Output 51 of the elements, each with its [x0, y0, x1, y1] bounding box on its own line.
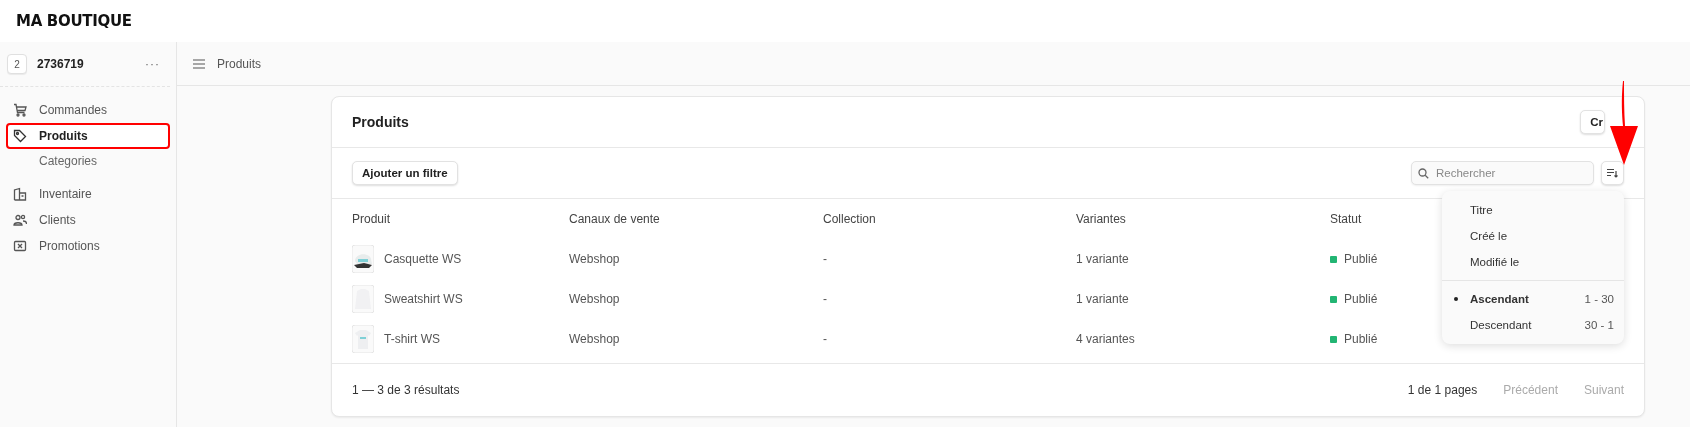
- menu-icon: [193, 58, 205, 69]
- table-cell: Webshop: [569, 252, 620, 266]
- table-cell: 4 variantes: [1076, 332, 1135, 346]
- sort-icon: [1607, 168, 1618, 178]
- sort-option[interactable]: Créé le: [1442, 223, 1624, 249]
- sort-option[interactable]: Ascendant 1 - 30: [1442, 286, 1624, 312]
- column-header[interactable]: Collection: [823, 199, 1076, 239]
- sort-option[interactable]: Modifié le: [1442, 249, 1624, 275]
- results-count: 1 — 3 de 3 résultats: [352, 383, 461, 397]
- sidebar-item[interactable]: Commandes: [6, 97, 170, 123]
- page-count: 1 de 1 pages: [1407, 383, 1478, 397]
- status-text: Publié: [1344, 332, 1378, 346]
- sort-option[interactable]: Titre: [1442, 197, 1624, 223]
- table-cell: Webshop: [569, 332, 620, 346]
- sidebar-item[interactable]: Promotions: [6, 233, 170, 259]
- search-icon: [1418, 168, 1429, 179]
- sort-option[interactable]: Descendant 30 - 1: [1442, 312, 1624, 338]
- users-icon: [13, 213, 27, 227]
- search-field[interactable]: Rechercher: [1411, 161, 1594, 185]
- table-cell: -: [823, 252, 827, 266]
- page-title: Produits: [217, 56, 262, 71]
- column-header[interactable]: Variantes: [1076, 199, 1330, 239]
- status-text: Publié: [1344, 292, 1378, 306]
- store-name: 2736719: [37, 57, 85, 71]
- product-name[interactable]: Casquette WS: [384, 252, 462, 266]
- cart-icon: [13, 103, 27, 117]
- card-title: Produits: [352, 114, 409, 130]
- building-icon: [13, 187, 27, 201]
- product-name[interactable]: T-shirt WS: [384, 332, 440, 346]
- status-text: Publié: [1344, 252, 1378, 266]
- table-cell: Webshop: [569, 292, 620, 306]
- sidebar-item[interactable]: Produits: [6, 123, 170, 149]
- selected-dot-icon: [1454, 297, 1458, 301]
- sidebar-subitem[interactable]: Categories: [6, 149, 170, 173]
- table-cell: 1 variante: [1076, 292, 1129, 306]
- add-filter-button[interactable]: Ajouter un filtre: [352, 161, 458, 185]
- ticket-icon: [13, 239, 27, 253]
- store-badge: 2: [7, 54, 27, 74]
- sidebar-item[interactable]: Inventaire: [6, 181, 170, 207]
- brand-logo: MA BOUTIQUE: [15, 11, 133, 32]
- table-cell: 1 variante: [1076, 252, 1129, 266]
- table-cell: -: [823, 332, 827, 346]
- product-name[interactable]: Sweatshirt WS: [384, 292, 463, 306]
- sidebar-item[interactable]: Clients: [6, 207, 170, 233]
- create-button[interactable]: Cr: [1580, 110, 1605, 134]
- column-header[interactable]: Canaux de vente: [569, 199, 823, 239]
- more-button[interactable]: ···: [145, 57, 160, 71]
- tag-icon: [13, 129, 27, 143]
- table-cell: -: [823, 292, 827, 306]
- sort-button[interactable]: [1601, 161, 1624, 185]
- column-header[interactable]: Produit: [332, 199, 569, 239]
